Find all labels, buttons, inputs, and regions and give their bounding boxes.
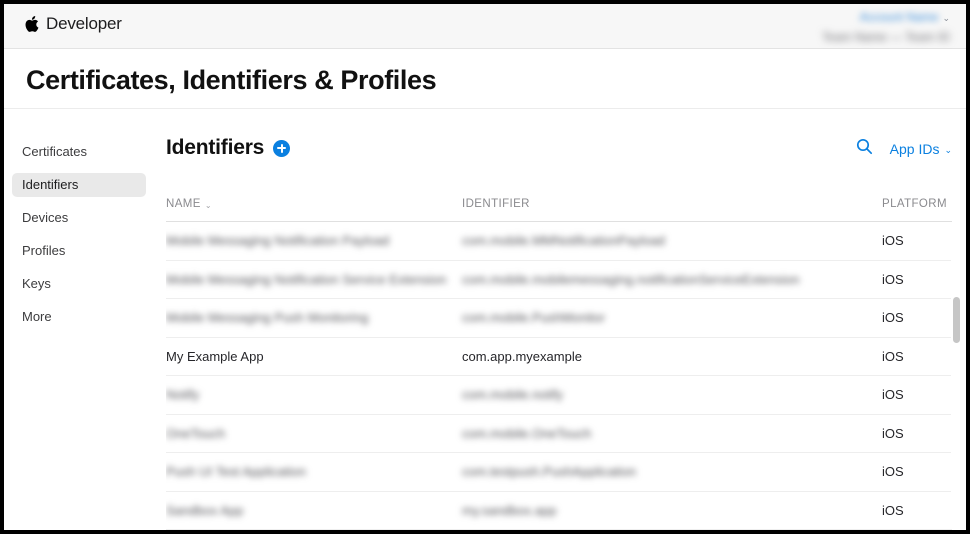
sidebar-item-keys[interactable]: Keys <box>12 272 146 296</box>
table-row[interactable]: Push UI Test Application com.testpush.Pu… <box>166 453 952 492</box>
sidebar-item-profiles[interactable]: Profiles <box>12 239 146 263</box>
filter-label: App IDs <box>889 141 940 157</box>
vertical-scrollbar[interactable] <box>951 222 962 526</box>
list-title-group: Identifiers <box>166 136 291 160</box>
scrollbar-thumb[interactable] <box>953 297 960 343</box>
cell-name: OneTouch <box>166 425 226 441</box>
sidebar-item-devices[interactable]: Devices <box>12 206 146 230</box>
cell-platform: iOS <box>882 310 904 325</box>
table-row[interactable]: My Example App com.app.myexample iOS <box>166 338 952 376</box>
cell-identifier: com.mobile.mobilemessaging.notificationS… <box>462 271 800 287</box>
list-title: Identifiers <box>166 136 265 159</box>
column-header-name-label: NAME <box>166 198 201 210</box>
column-header-identifier: IDENTIFIER <box>462 198 530 210</box>
main-panel: Identifiers App IDs ⌄ NAME ⌄ IDENTIFIER … <box>154 110 966 530</box>
content-area: Certificates Identifiers Devices Profile… <box>4 110 966 530</box>
table-row[interactable]: Mobile Messaging Notification Payload co… <box>166 222 952 261</box>
cell-platform: iOS <box>882 271 904 287</box>
add-identifier-button[interactable] <box>273 139 291 157</box>
sidebar: Certificates Identifiers Devices Profile… <box>4 140 154 338</box>
account-name: Account Name <box>859 10 939 24</box>
apple-logo-icon <box>24 15 39 33</box>
developer-brand[interactable]: Developer <box>24 14 122 34</box>
cell-identifier: com.testpush.PushApplication <box>462 464 637 479</box>
chevron-down-icon: ⌄ <box>944 144 952 155</box>
column-header-platform: PLATFORM <box>882 198 947 210</box>
page-title-bar: Certificates, Identifiers & Profiles <box>4 49 966 109</box>
sidebar-item-identifiers[interactable]: Identifiers <box>12 173 146 197</box>
account-block: Account Name ⌄ Team Name — Team ID <box>822 10 950 44</box>
table-row[interactable]: Mobile Messaging Push Monitoring com.mob… <box>166 299 952 338</box>
cell-identifier: com.mobile.notify <box>462 387 564 402</box>
browser-window: Developer Account Name ⌄ Team Name — Tea… <box>0 0 970 534</box>
table-row[interactable]: OneTouch com.mobile.OneTouch iOS <box>166 415 952 453</box>
table-row[interactable]: Notify com.mobile.notify iOS <box>166 376 952 415</box>
cell-platform: iOS <box>882 387 904 402</box>
chevron-down-icon: ⌄ <box>942 12 950 23</box>
table-row[interactable]: Sandbox App my.sandbox.app iOS <box>166 492 952 530</box>
cell-identifier: com.mobile.OneTouch <box>462 425 592 441</box>
table-header-row: NAME ⌄ IDENTIFIER PLATFORM <box>166 184 952 222</box>
cell-name: Push UI Test Application <box>166 464 306 479</box>
cell-name: Mobile Messaging Notification Payload <box>166 233 390 248</box>
cell-platform: iOS <box>882 502 904 518</box>
column-header-name[interactable]: NAME ⌄ <box>166 198 212 210</box>
identifiers-table: NAME ⌄ IDENTIFIER PLATFORM Mobile Messag… <box>166 184 952 530</box>
cell-identifier: com.mobile.PushMonitor <box>462 310 606 325</box>
cell-identifier: com.app.myexample <box>462 348 582 364</box>
cell-identifier: com.mobile.MMNotificationPayload <box>462 233 666 248</box>
cell-name: Mobile Messaging Notification Service Ex… <box>166 271 447 287</box>
global-header: Developer Account Name ⌄ Team Name — Tea… <box>4 4 966 49</box>
page-title: Certificates, Identifiers & Profiles <box>26 65 437 95</box>
search-icon[interactable] <box>856 138 873 160</box>
cell-name: My Example App <box>166 348 264 364</box>
sidebar-item-more[interactable]: More <box>12 305 146 329</box>
account-menu[interactable]: Account Name ⌄ <box>822 10 950 24</box>
table-row[interactable]: Mobile Messaging Notification Service Ex… <box>166 261 952 299</box>
cell-platform: iOS <box>882 233 904 248</box>
cell-platform: iOS <box>882 348 904 364</box>
cell-name: Mobile Messaging Push Monitoring <box>166 310 369 325</box>
cell-name: Notify <box>166 387 200 402</box>
list-controls: App IDs ⌄ <box>856 138 952 160</box>
cell-platform: iOS <box>882 464 904 479</box>
account-team: Team Name — Team ID <box>822 30 950 44</box>
brand-name: Developer <box>46 14 122 33</box>
sidebar-item-certificates[interactable]: Certificates <box>12 140 146 164</box>
cell-name: Sandbox App <box>166 502 244 518</box>
chevron-down-icon: ⌄ <box>204 200 212 210</box>
cell-identifier: my.sandbox.app <box>462 502 557 518</box>
list-header: Identifiers App IDs ⌄ <box>166 136 952 170</box>
cell-platform: iOS <box>882 425 904 441</box>
filter-dropdown-app-ids[interactable]: App IDs ⌄ <box>890 141 952 157</box>
